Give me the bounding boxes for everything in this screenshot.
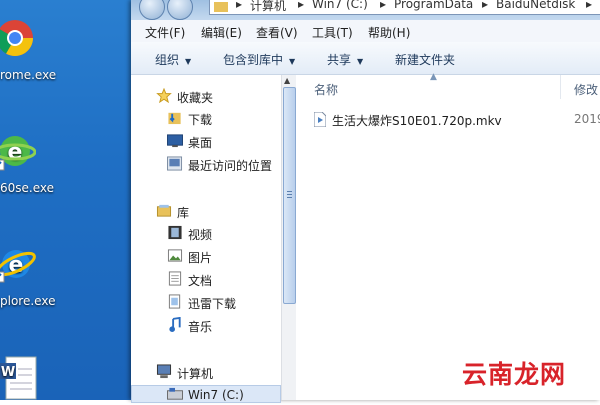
menu-view[interactable]: 查看(V) <box>256 24 298 41</box>
new-folder-label: 新建文件夹 <box>395 53 456 67</box>
video-file-icon <box>314 112 326 127</box>
column-header-name[interactable]: 名称 <box>314 81 338 98</box>
chevron-down-icon: ▼ <box>185 57 192 66</box>
menu-bar: 文件(F) 编辑(E) 查看(V) 工具(T) 帮助(H) <box>131 20 600 43</box>
column-separator[interactable] <box>560 75 561 99</box>
menu-help[interactable]: 帮助(H) <box>368 24 410 41</box>
address-segment-computer[interactable]: 计算机 <box>250 0 286 14</box>
forward-button[interactable] <box>167 0 193 20</box>
nav-label: 桌面 <box>188 136 213 150</box>
organize-label: 组织 <box>155 53 180 67</box>
recent-places-icon <box>167 156 183 171</box>
explorer-window: ▸ 计算机 ▸ Win7 (C:) ▸ ProgramData ▸ BaiduN… <box>131 0 600 403</box>
computer-icon <box>156 364 172 379</box>
desktop-icon-label: rome.exe <box>0 68 57 82</box>
nav-label: 收藏夹 <box>177 91 214 105</box>
menu-file[interactable]: 文件(F) <box>145 24 185 41</box>
scroll-thumb[interactable] <box>283 87 296 304</box>
internet-explorer-icon: e <box>0 250 36 283</box>
file-row[interactable]: 生活大爆炸S10E01.720p.mkv 2019 <box>314 111 600 129</box>
sort-ascending-icon: ▲ <box>430 72 437 82</box>
include-library-button[interactable]: 包含到库中 ▼ <box>223 51 295 68</box>
address-separator: ▸ <box>236 0 243 11</box>
music-icon <box>169 317 181 332</box>
nav-label: 文档 <box>188 274 213 288</box>
address-separator: ▸ <box>298 0 305 11</box>
back-button[interactable] <box>139 0 165 20</box>
chrome-icon <box>0 20 34 57</box>
address-separator: ▸ <box>482 0 489 11</box>
svg-text:W: W <box>1 365 15 380</box>
scroll-grip <box>287 191 292 192</box>
word-document-icon: W <box>0 356 37 400</box>
menu-tools[interactable]: 工具(T) <box>312 24 353 41</box>
nav-label: 计算机 <box>177 367 214 381</box>
address-segment-programdata[interactable]: ProgramData <box>394 0 473 11</box>
address-segment-drive[interactable]: Win7 (C:) <box>312 0 368 11</box>
new-folder-button[interactable]: 新建文件夹 <box>395 51 455 68</box>
address-bar[interactable]: ▸ 计算机 ▸ Win7 (C:) ▸ ProgramData ▸ BaiduN… <box>209 0 600 15</box>
address-separator: ▸ <box>380 0 387 11</box>
nav-label: 库 <box>177 206 190 220</box>
column-header-modified[interactable]: 修改 <box>574 81 598 98</box>
address-segment-baidunetdisk[interactable]: BaiduNetdisk <box>496 0 575 11</box>
downloads-folder-icon <box>168 112 181 125</box>
nav-label: 最近访问的位置 <box>188 159 273 173</box>
documents-icon <box>168 271 182 286</box>
video-icon <box>168 225 182 240</box>
desktop-icon-label: plore.exe <box>0 294 56 308</box>
command-bar: 组织 ▼ 包含到库中 ▼ 共享 ▼ 新建文件夹 <box>131 42 600 75</box>
desktop-icon <box>167 134 183 148</box>
address-separator: ▸ <box>586 0 593 11</box>
organize-button[interactable]: 组织 ▼ <box>155 51 191 68</box>
pictures-icon <box>167 249 183 262</box>
chevron-down-icon: ▼ <box>289 57 296 66</box>
file-name: 生活大爆炸S10E01.720p.mkv <box>332 114 502 128</box>
watermark-logo: 云南龙网 <box>462 360 567 389</box>
share-label: 共享 <box>327 53 352 67</box>
scroll-up-arrow-icon[interactable]: ▲ <box>284 76 290 85</box>
star-icon <box>156 88 172 103</box>
menu-edit[interactable]: 编辑(E) <box>201 24 242 41</box>
nav-label: 音乐 <box>188 320 213 334</box>
nav-label: 迅雷下载 <box>188 297 237 311</box>
library-icon <box>156 204 172 217</box>
navigation-pane: 收藏夹 下载 桌面 最近访问的位置 库 视频 图片 文档 迅雷下载 音乐 计算机… <box>131 75 281 403</box>
xunlei-folder-icon <box>168 294 181 309</box>
nav-label: 下载 <box>188 113 213 127</box>
file-modified: 2019 <box>574 112 600 126</box>
window-frame-top: ▸ 计算机 ▸ Win7 (C:) ▸ ProgramData ▸ BaiduN… <box>131 0 600 20</box>
nav-label: 视频 <box>188 228 213 242</box>
file-list: ▲ 名称 修改 生活大爆炸S10E01.720p.mkv 2019 <box>296 72 600 400</box>
chevron-down-icon: ▼ <box>357 57 364 66</box>
nav-label: 图片 <box>188 251 213 265</box>
desktop-icon-label: 60se.exe <box>0 181 55 195</box>
include-library-label: 包含到库中 <box>223 53 284 67</box>
360se-browser-icon: e <box>0 136 36 171</box>
folder-icon <box>214 2 228 12</box>
nav-scrollbar[interactable]: ▲ <box>281 75 297 400</box>
share-button[interactable]: 共享 ▼ <box>327 51 363 68</box>
